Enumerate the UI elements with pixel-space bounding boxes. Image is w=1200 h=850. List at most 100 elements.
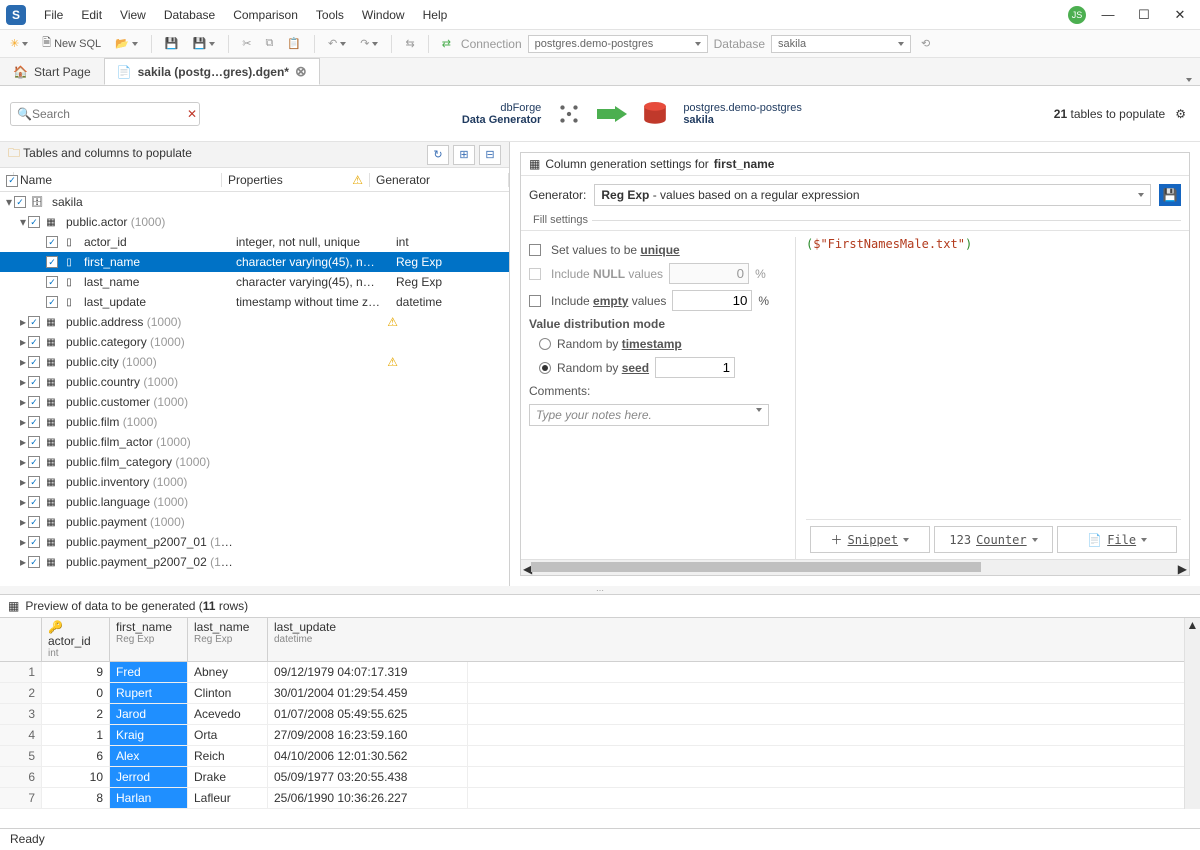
- comments-label: Comments:: [529, 384, 779, 398]
- preview-grid[interactable]: 19FredAbney09/12/1979 04:07:17.31920Rupe…: [0, 662, 1200, 809]
- empty-percent-input[interactable]: [672, 290, 752, 311]
- fill-settings-legend: Fill settings: [529, 214, 592, 226]
- random-seed-label: Random by seed: [557, 361, 649, 375]
- left-pane-title: Tables and columns to populate: [23, 146, 192, 160]
- status-bar: Ready: [0, 828, 1200, 850]
- warning-icon: ⚠: [352, 173, 363, 187]
- app-logo: S: [6, 5, 26, 25]
- banner-table-text: tables to populate: [1070, 107, 1165, 121]
- seed-input[interactable]: [655, 357, 735, 378]
- paste-button[interactable]: 📋: [283, 35, 305, 52]
- minimize-button[interactable]: —: [1094, 5, 1122, 25]
- right-header-column: first_name: [714, 157, 775, 171]
- tab-dgen-sakila[interactable]: 📄sakila (postg…gres).dgen*⊗: [104, 58, 320, 85]
- close-tab-icon[interactable]: ⊗: [295, 63, 307, 80]
- main-menu: File Edit View Database Comparison Tools…: [36, 4, 455, 26]
- snippet-button[interactable]: ＋Snippet: [810, 526, 930, 553]
- banner-db-label: sakila: [683, 114, 802, 126]
- connection-label: Connection: [461, 37, 522, 51]
- settings-gear-icon[interactable]: ⚙: [1175, 107, 1186, 121]
- preview-pane: ▦ Preview of data to be generated (11 ro…: [0, 594, 1200, 809]
- reconnect-button[interactable]: ⇄: [438, 35, 455, 52]
- refresh-button[interactable]: ↻: [427, 145, 449, 165]
- unique-checkbox[interactable]: [529, 244, 541, 256]
- tab-start-page[interactable]: 🏠Start Page: [0, 58, 104, 85]
- save-all-button[interactable]: 💾: [189, 35, 220, 52]
- tab-strip: 🏠Start Page 📄sakila (postg…gres).dgen*⊗: [0, 58, 1200, 86]
- preview-title: Preview of data to be generated (11 rows…: [25, 599, 248, 613]
- empty-label: Include empty values: [551, 294, 666, 308]
- main-area: 🗀 Tables and columns to populate ↻ ⊞ ⊟ N…: [0, 142, 1200, 586]
- nav-button[interactable]: ⇆: [401, 35, 418, 52]
- counter-button[interactable]: 123Counter: [934, 526, 1054, 553]
- tree-view[interactable]: ▾🗄sakila▾▦public.actor (1000)▯actor_idin…: [0, 192, 509, 586]
- column-settings-icon: ▦: [529, 157, 540, 171]
- toolbar: ✳ 🗎 New SQL 📂 💾 💾 ✂ ⧉ 📋 ↶ ↷ ⇆ ⇄ Connecti…: [0, 30, 1200, 58]
- menu-view[interactable]: View: [112, 4, 154, 26]
- new-sql-button[interactable]: 🗎 New SQL: [38, 32, 105, 55]
- folder-icon: 🗀: [8, 146, 20, 160]
- menu-help[interactable]: Help: [415, 4, 456, 26]
- banner-generator-label: Data Generator: [462, 114, 541, 126]
- col-generator[interactable]: Generator: [370, 173, 509, 187]
- search-input[interactable]: [32, 107, 187, 121]
- database-dropdown[interactable]: sakila: [771, 35, 911, 53]
- menu-file[interactable]: File: [36, 4, 71, 26]
- expression-editor[interactable]: ($"FirstNamesMale.txt"): [806, 237, 1181, 251]
- new-object-button[interactable]: ✳: [6, 35, 32, 52]
- menu-window[interactable]: Window: [354, 4, 413, 26]
- banner-connection-label: postgres.demo-postgres: [683, 102, 802, 114]
- clear-search-icon[interactable]: ✕: [187, 107, 197, 121]
- preview-icon: ▦: [8, 599, 19, 613]
- close-button[interactable]: ✕: [1166, 5, 1194, 25]
- right-header-prefix: Column generation settings for: [545, 157, 708, 171]
- menu-comparison[interactable]: Comparison: [225, 4, 306, 26]
- random-timestamp-label: Random by timestamp: [557, 337, 682, 351]
- undo-button[interactable]: ↶: [324, 35, 350, 52]
- menu-edit[interactable]: Edit: [73, 4, 110, 26]
- database-label: Database: [714, 37, 765, 51]
- comments-input[interactable]: Type your notes here.: [529, 404, 769, 426]
- menu-tools[interactable]: Tools: [308, 4, 352, 26]
- user-badge[interactable]: JS: [1068, 6, 1086, 24]
- null-percent-input: [669, 263, 749, 284]
- null-label: Include NULL values: [551, 267, 663, 281]
- col-name[interactable]: Name: [14, 173, 222, 187]
- menu-database[interactable]: Database: [156, 4, 223, 26]
- db-refresh-button[interactable]: ⟲: [917, 35, 934, 52]
- file-button[interactable]: 📄File: [1057, 526, 1177, 553]
- generator-icon: [556, 101, 582, 127]
- save-generator-button[interactable]: 💾: [1159, 184, 1181, 206]
- title-bar: S File Edit View Database Comparison Too…: [0, 0, 1200, 30]
- empty-checkbox[interactable]: [529, 295, 541, 307]
- right-pane: ▦ Column generation settings for first_n…: [510, 142, 1200, 586]
- expand-all-button[interactable]: ⊞: [453, 145, 475, 165]
- col-properties[interactable]: Properties: [228, 173, 283, 187]
- tree-check[interactable]: [14, 196, 26, 208]
- generator-label: Generator:: [529, 188, 586, 202]
- redo-button[interactable]: ↷: [356, 35, 382, 52]
- generator-dropdown[interactable]: Reg Exp - values based on a regular expr…: [594, 184, 1151, 206]
- random-seed-radio[interactable]: [539, 362, 551, 374]
- splitter[interactable]: ⋯: [0, 586, 1200, 594]
- database-icon: [642, 101, 668, 127]
- banner-table-count: 21: [1054, 107, 1067, 121]
- open-button[interactable]: 📂: [111, 35, 142, 52]
- cut-button[interactable]: ✂: [238, 35, 255, 52]
- banner-dbforge-label: dbForge: [462, 102, 541, 114]
- random-timestamp-radio[interactable]: [539, 338, 551, 350]
- search-box[interactable]: 🔍 ✕: [10, 102, 200, 126]
- copy-button[interactable]: ⧉: [261, 35, 277, 52]
- grid-scrollbar[interactable]: ▲: [1184, 618, 1200, 809]
- null-checkbox: [529, 268, 541, 280]
- tab-overflow-button[interactable]: [1178, 71, 1200, 85]
- right-scrollbar[interactable]: ◀▶: [521, 559, 1189, 575]
- connection-dropdown[interactable]: postgres.demo-postgres: [528, 35, 708, 53]
- collapse-all-button[interactable]: ⊟: [479, 145, 501, 165]
- unique-label: Set values to be unique: [551, 243, 680, 257]
- distribution-label: Value distribution mode: [529, 317, 665, 331]
- left-pane: 🗀 Tables and columns to populate ↻ ⊞ ⊟ N…: [0, 142, 510, 586]
- maximize-button[interactable]: ☐: [1130, 5, 1158, 25]
- header-banner: 🔍 ✕ dbForge Data Generator postgres.demo…: [0, 86, 1200, 142]
- save-button[interactable]: 💾: [161, 35, 183, 52]
